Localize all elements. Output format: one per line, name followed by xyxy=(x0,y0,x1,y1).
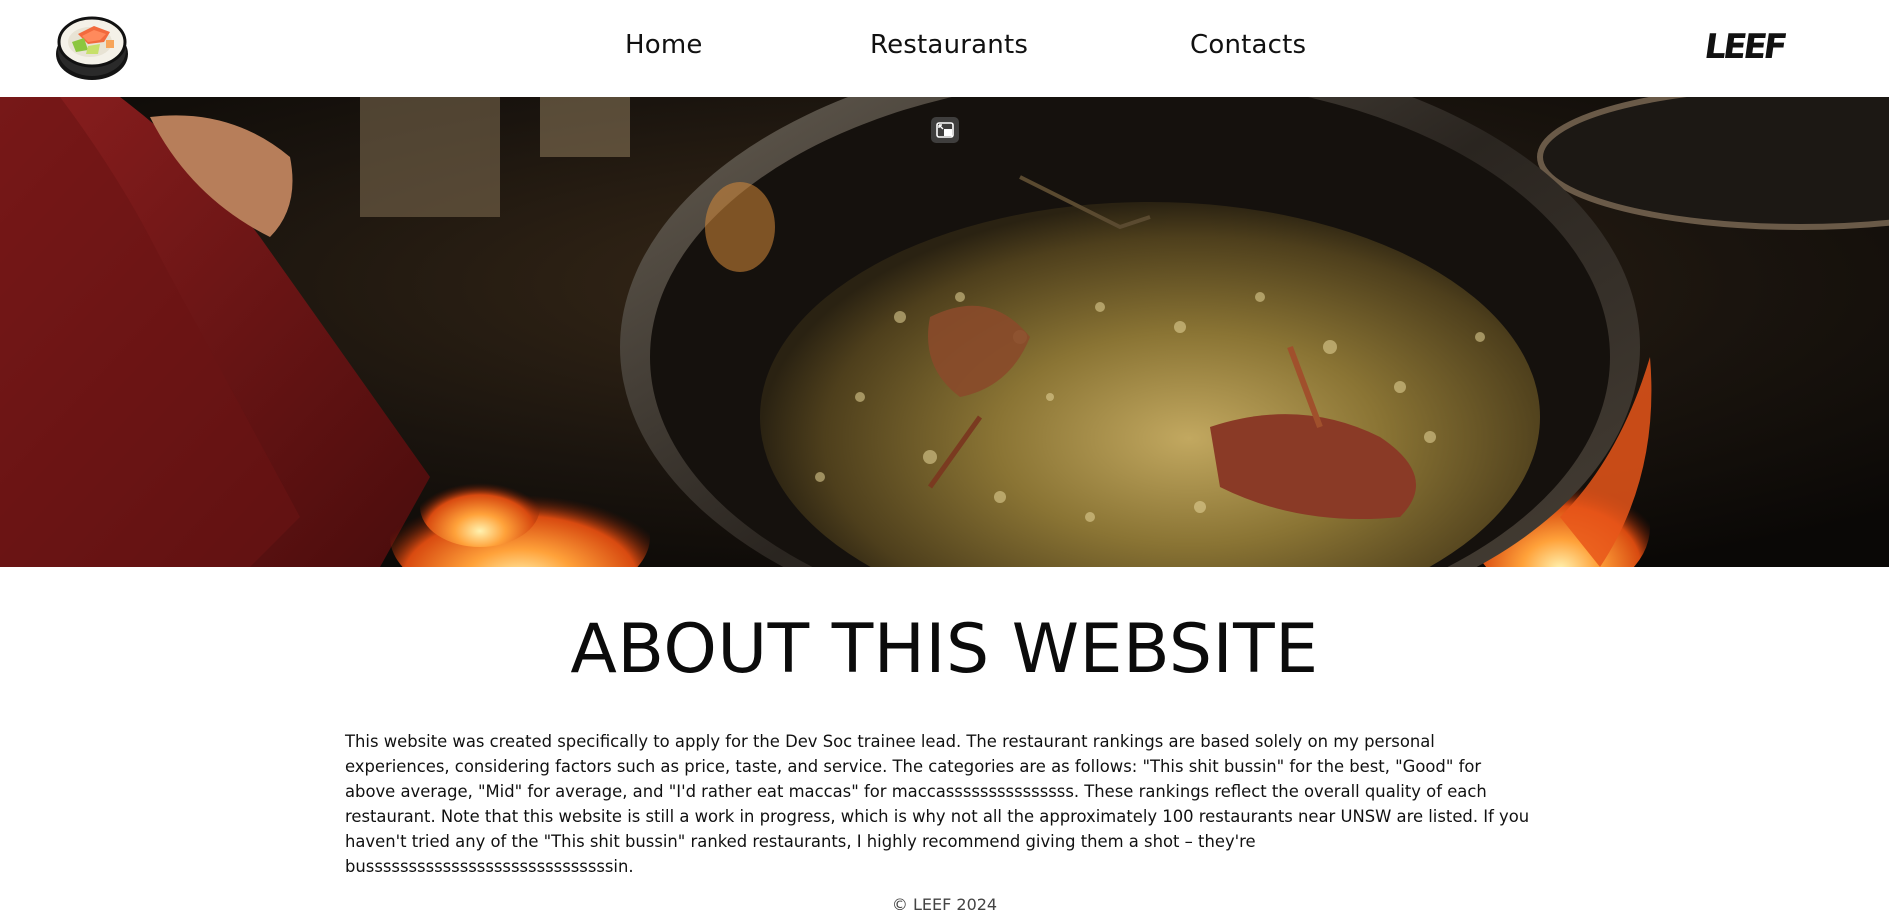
main-nav: Home Restaurants Contacts xyxy=(0,0,1889,97)
hero-image xyxy=(0,97,1889,567)
footer-copyright: © LEEF 2024 xyxy=(891,895,998,914)
svg-text:LEEF: LEEF xyxy=(1706,27,1788,66)
navbar: Home Restaurants Contacts LEEF xyxy=(0,0,1889,97)
nav-link-contacts[interactable]: Contacts xyxy=(1190,30,1306,60)
about-description: This website was created specifically to… xyxy=(345,732,1530,876)
nav-link-restaurants[interactable]: Restaurants xyxy=(870,30,1028,60)
picture-in-picture-icon xyxy=(931,122,959,147)
brand-logo[interactable]: LEEF xyxy=(1702,24,1802,67)
about-title: ABOUT THIS WEBSITE xyxy=(570,610,1319,689)
nav-link-home[interactable]: Home xyxy=(625,30,703,60)
picture-in-picture-button[interactable] xyxy=(931,117,959,143)
